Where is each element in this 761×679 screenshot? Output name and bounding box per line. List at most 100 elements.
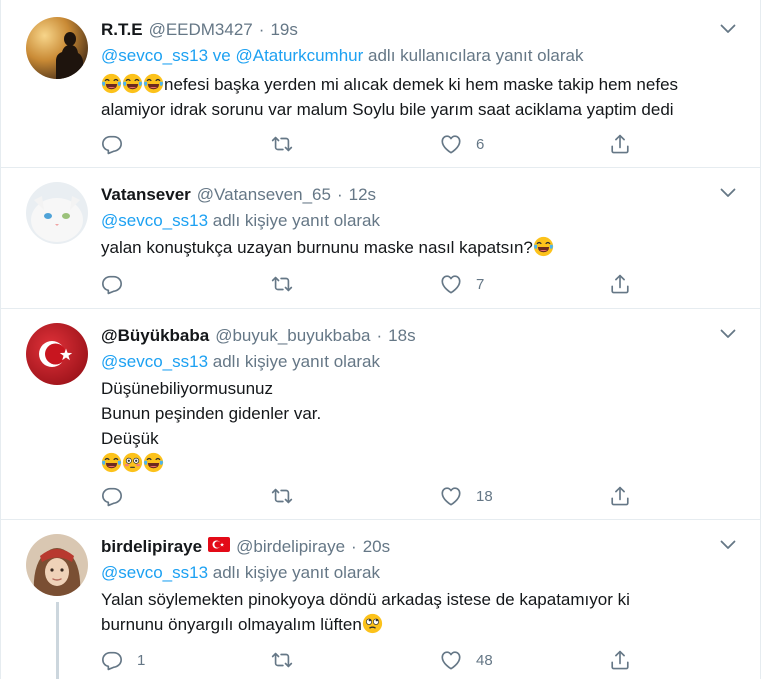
- share-icon: [609, 273, 631, 295]
- tweet-text: yalan konuştukça uzayan burnunu maske na…: [101, 235, 741, 260]
- avatar[interactable]: [26, 17, 88, 79]
- reply-joiner: ve: [212, 46, 231, 65]
- share-button[interactable]: [609, 484, 631, 508]
- like-button[interactable]: 48: [440, 648, 493, 672]
- timestamp[interactable]: 19s: [270, 20, 297, 40]
- caret-down-icon[interactable]: [720, 540, 736, 550]
- tweet-text-segment: burnunu önyargılı olmayalım lüften: [101, 615, 362, 634]
- tweet-header: Vatansever @Vatanseven_65 · 12s: [101, 185, 376, 205]
- reply-context: @sevco_ss13 ve @Ataturkcumhur adlı kulla…: [101, 46, 583, 66]
- like-icon: [440, 485, 462, 507]
- reply-context-label: adlı kişiye yanıt olarak: [212, 211, 381, 230]
- like-count: 6: [476, 135, 485, 153]
- retweet-button[interactable]: [271, 132, 293, 156]
- caret-down-icon[interactable]: [720, 24, 736, 34]
- username[interactable]: @birdelipiraye: [236, 537, 345, 557]
- tweet-actions: 1 48: [101, 648, 641, 672]
- retweet-icon: [271, 649, 293, 671]
- username[interactable]: @EEDM3427: [149, 20, 253, 40]
- caret-down-icon[interactable]: [720, 329, 736, 339]
- turkey-flag-icon: [208, 537, 231, 552]
- like-count: 48: [476, 651, 493, 669]
- tweet-item[interactable]: Vatansever @Vatanseven_65 · 12s @sevco_s…: [1, 168, 760, 309]
- like-icon: [440, 133, 462, 155]
- emoji-line: [101, 451, 741, 476]
- like-button[interactable]: 7: [440, 272, 484, 296]
- retweet-button[interactable]: [271, 272, 293, 296]
- tweet-text-line: Düşünebiliyormusunuz: [101, 379, 273, 398]
- tweet-text-line: Bunun peşinden gidenler var.: [101, 404, 322, 423]
- reply-context: @sevco_ss13 adlı kişiye yanıt olarak: [101, 563, 380, 583]
- avatar[interactable]: [26, 323, 88, 385]
- timestamp[interactable]: 12s: [349, 185, 376, 205]
- reply-icon: [101, 133, 123, 155]
- tears-of-joy-emoji: [101, 73, 122, 94]
- display-name[interactable]: R.T.E: [101, 20, 143, 40]
- share-icon: [609, 649, 631, 671]
- retweet-button[interactable]: [271, 648, 293, 672]
- rolling-eyes-emoji: [362, 613, 383, 634]
- retweet-icon: [271, 133, 293, 155]
- like-count: 18: [476, 487, 493, 505]
- tears-of-joy-emoji: [143, 452, 164, 473]
- like-button[interactable]: 6: [440, 132, 484, 156]
- reply-context-label: adlı kişiye yanıt olarak: [212, 563, 381, 582]
- tweet-text-line: Deüşük: [101, 429, 159, 448]
- mention-link[interactable]: @sevco_ss13: [101, 211, 208, 230]
- mention-link[interactable]: @sevco_ss13: [101, 46, 208, 65]
- timestamp[interactable]: 18s: [388, 326, 415, 346]
- tweet-header: @Büyükbaba @buyuk_buyukbaba · 18s: [101, 326, 416, 346]
- tears-of-joy-emoji: [101, 452, 122, 473]
- display-name[interactable]: Vatansever: [101, 185, 191, 205]
- separator-dot: ·: [336, 185, 343, 204]
- reply-count: 1: [137, 651, 146, 669]
- tweet-text-segment: nefesi başka yerden mi alıcak demek ki h…: [164, 75, 679, 94]
- tweet-text-line: yalan konuştukça uzayan burnunu maske na…: [101, 235, 741, 260]
- tweet-item[interactable]: R.T.E @EEDM3427 · 19s @sevco_ss13 ve @At…: [1, 0, 760, 168]
- share-button[interactable]: [609, 132, 631, 156]
- retweet-icon: [271, 273, 293, 295]
- like-button[interactable]: 18: [440, 484, 493, 508]
- tweet-header: birdelipiraye @birdelipiraye · 20s: [101, 537, 390, 557]
- display-name[interactable]: @Büyükbaba: [101, 326, 209, 346]
- reply-button[interactable]: [101, 272, 137, 296]
- reply-feed: R.T.E @EEDM3427 · 19s @sevco_ss13 ve @At…: [0, 0, 761, 679]
- like-count: 7: [476, 275, 485, 293]
- reply-button[interactable]: [101, 484, 137, 508]
- username[interactable]: @buyuk_buyukbaba: [215, 326, 370, 346]
- tweet-actions: 6: [101, 132, 641, 156]
- tweet-text: Düşünebiliyormusunuz Bunun peşinden gide…: [101, 376, 741, 476]
- reply-icon: [101, 485, 123, 507]
- tweet-text: Yalan söylemekten pinokyoya döndü arkada…: [101, 587, 741, 637]
- share-button[interactable]: [609, 648, 631, 672]
- avatar[interactable]: [26, 534, 88, 596]
- tweet-item[interactable]: birdelipiraye @birdelipiraye · 20s @sevc…: [1, 520, 760, 679]
- share-button[interactable]: [609, 272, 631, 296]
- mention-link[interactable]: @sevco_ss13: [101, 352, 208, 371]
- tweet-text-line: alamiyor idrak sorunu var malum Soylu bi…: [101, 100, 674, 119]
- tweet-item[interactable]: @Büyükbaba @buyuk_buyukbaba · 18s @sevco…: [1, 309, 760, 520]
- caret-down-icon[interactable]: [720, 188, 736, 198]
- tweet-actions: 18: [101, 484, 641, 508]
- tweet-header: R.T.E @EEDM3427 · 19s: [101, 20, 298, 40]
- separator-dot: ·: [376, 326, 383, 345]
- retweet-button[interactable]: [271, 484, 293, 508]
- mention-link[interactable]: @sevco_ss13: [101, 563, 208, 582]
- tweet-text-line: nefesi başka yerden mi alıcak demek ki h…: [101, 72, 741, 97]
- flushed-face-emoji: [122, 452, 143, 473]
- tears-of-joy-emoji: [143, 73, 164, 94]
- tears-of-joy-emoji: [533, 236, 554, 257]
- reply-button[interactable]: 1: [101, 648, 145, 672]
- avatar[interactable]: [26, 182, 88, 244]
- reply-button[interactable]: [101, 132, 137, 156]
- username[interactable]: @Vatanseven_65: [197, 185, 331, 205]
- share-icon: [609, 485, 631, 507]
- timestamp[interactable]: 20s: [363, 537, 390, 557]
- share-icon: [609, 133, 631, 155]
- like-icon: [440, 273, 462, 295]
- separator-dot: ·: [351, 537, 357, 556]
- display-name[interactable]: birdelipiraye: [101, 537, 202, 557]
- mention-link[interactable]: @Ataturkcumhur: [235, 46, 363, 65]
- reply-context: @sevco_ss13 adlı kişiye yanıt olarak: [101, 211, 380, 231]
- tweet-text-segment: yalan konuştukça uzayan burnunu maske na…: [101, 238, 533, 257]
